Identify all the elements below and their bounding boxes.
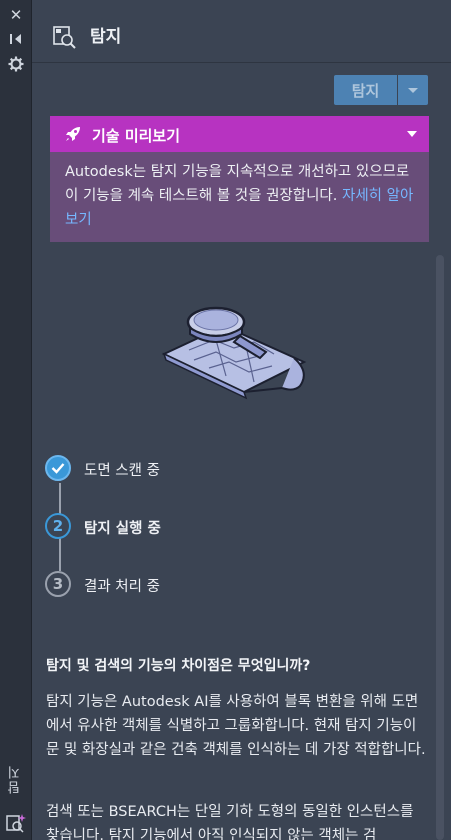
- tech-preview-banner: 기술 미리보기 Autodesk는 탐지 기능을 지속적으로 개선하고 있으므로…: [50, 116, 429, 242]
- step-number: 3: [45, 571, 71, 597]
- detect-icon: [52, 24, 78, 50]
- faq-paragraph: 탐지 기능은 Autodesk AI를 사용하여 블록 변환을 위해 도면에서 …: [46, 694, 426, 758]
- palette-rail: ✕ 탐지: [0, 0, 32, 840]
- rocket-icon: [64, 125, 82, 143]
- tech-preview-title: 기술 미리보기: [92, 127, 181, 145]
- panel-header: 탐지: [32, 0, 451, 63]
- step-label: 도면 스캔 중: [84, 463, 160, 479]
- detect-button[interactable]: 탐지: [334, 75, 397, 105]
- detect-sparkle-icon[interactable]: [5, 812, 27, 834]
- collapse-icon[interactable]: [7, 30, 25, 48]
- progress-steps: 도면 스캔 중 2 탐지 실행 중 3 결과 처리 중: [44, 455, 404, 605]
- faq-paragraph: 검색 또는 BSEARCH는 단일 기하 도형의 동일한 인스턴스를 찾습니다.…: [46, 804, 414, 840]
- chevron-down-icon: [408, 87, 418, 93]
- check-icon: [45, 455, 71, 481]
- detect-dropdown-button[interactable]: [398, 75, 428, 105]
- rail-title: 탐지: [8, 764, 23, 794]
- faq-question: 탐지 및 검색의 기능의 차이점은 무엇입니까?: [46, 658, 311, 674]
- drawing-scan-illustration: [154, 292, 314, 412]
- step-number: 2: [45, 513, 71, 539]
- step-connector: [59, 541, 61, 571]
- close-icon[interactable]: ✕: [7, 6, 25, 24]
- chevron-down-icon[interactable]: [407, 131, 417, 137]
- detect-panel: 탐지 탐지 기술 미리보기 Autodesk는 탐지 기능을 지속적으로 개선하…: [32, 0, 451, 840]
- step-label: 탐지 실행 중: [84, 521, 161, 537]
- tech-preview-header[interactable]: 기술 미리보기: [50, 116, 429, 152]
- gear-icon[interactable]: [7, 55, 25, 73]
- tech-preview-text: Autodesk는 탐지 기능을 지속적으로 개선하고 있으므로 이 기능을 계…: [65, 160, 420, 232]
- page-title: 탐지: [90, 27, 122, 47]
- scrollbar[interactable]: [436, 255, 444, 840]
- step-label: 결과 처리 중: [84, 579, 160, 595]
